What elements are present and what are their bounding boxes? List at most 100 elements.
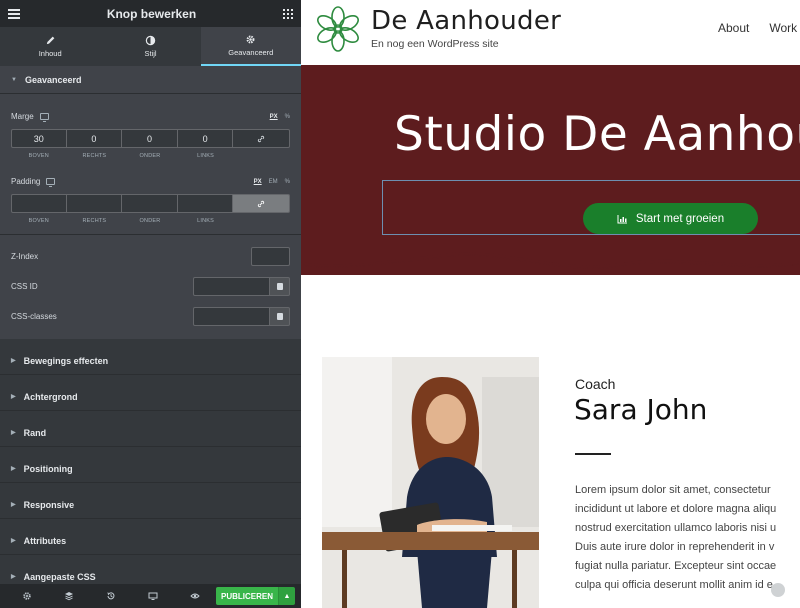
caret-right-icon: ▶ — [11, 466, 16, 472]
link-icon — [258, 135, 265, 142]
navigator-button[interactable] — [48, 591, 90, 601]
hero-title: Studio De Aanhouder — [394, 107, 800, 162]
dynamic-tags-button[interactable] — [270, 306, 290, 326]
zindex-control: Z-Index — [0, 241, 301, 271]
section-label: Rand — [23, 427, 47, 438]
bio-line: culpa qui officia deserunt mollit anim i… — [575, 579, 773, 591]
panel-footer: PUBLICEREN ▲ — [0, 584, 301, 608]
tab-inhoud[interactable]: Inhoud — [0, 27, 100, 66]
tab-label: Stijl — [144, 49, 157, 58]
nav-about[interactable]: About — [718, 21, 749, 35]
margin-left-input[interactable]: 0 — [177, 129, 234, 148]
padding-right-input[interactable] — [66, 194, 123, 213]
section-label: Positioning — [23, 463, 73, 474]
panel-body: ▼ Geavanceerd Marge PX % 30 BOVEN 0 RECHTS… — [0, 66, 301, 606]
widgets-grid-icon[interactable] — [282, 8, 293, 19]
cssclasses-input[interactable] — [193, 306, 270, 326]
unit-px[interactable]: PX — [254, 179, 262, 185]
section-border[interactable]: ▶ Rand — [0, 419, 301, 447]
chart-icon — [617, 214, 627, 223]
site-title: De Aanhouder — [371, 6, 562, 36]
caret-up-icon: ▲ — [283, 592, 291, 600]
publish-options-button[interactable]: ▲ — [278, 587, 296, 605]
tab-geavanceerd[interactable]: Geavanceerd — [200, 27, 301, 66]
cssclasses-control: CSS-classes — [0, 301, 301, 331]
brand[interactable]: De Aanhouder En nog een WordPress site — [371, 6, 561, 50]
unit-em[interactable]: EM — [269, 179, 278, 185]
nav-work[interactable]: Work — [769, 21, 797, 35]
history-icon — [107, 592, 115, 600]
link-values-button[interactable] — [233, 129, 290, 148]
tab-stijl[interactable]: Stijl — [100, 27, 200, 66]
section-responsive[interactable]: ▶ Responsive — [0, 491, 301, 519]
gear-icon — [246, 35, 255, 44]
padding-left-input[interactable] — [177, 194, 234, 213]
layers-icon — [65, 592, 73, 601]
padding-bottom-input[interactable] — [122, 194, 178, 213]
publish-button[interactable]: PUBLICEREN — [216, 587, 279, 605]
margin-top-input[interactable]: 30 — [11, 129, 67, 148]
caret-right-icon: ▶ — [11, 430, 16, 436]
margin-control: Marge PX % 30 BOVEN 0 RECHTS 0 ONDER 0 LINKS — [0, 94, 301, 159]
scroll-indicator-icon[interactable] — [771, 583, 785, 597]
caret-right-icon: ▶ — [11, 574, 16, 580]
margin-dimensions: 30 BOVEN 0 RECHTS 0 ONDER 0 LINKS — [11, 129, 290, 159]
section-label: Aangepaste CSS — [23, 571, 96, 582]
unit-switch: PX % — [270, 114, 290, 120]
panel-tabs: Inhoud Stijl Geavanceerd — [0, 27, 301, 66]
caption: BOVEN — [28, 153, 49, 159]
unit-percent[interactable]: % — [285, 114, 290, 120]
section-background[interactable]: ▶ Achtergrond — [0, 383, 301, 411]
coach-photo — [322, 357, 539, 608]
margin-right-input[interactable]: 0 — [66, 129, 123, 148]
caret-right-icon: ▶ — [11, 358, 16, 364]
divider — [0, 234, 301, 235]
desktop-icon[interactable] — [46, 178, 56, 187]
section-motion-effects[interactable]: ▶ Bewegings effecten — [0, 347, 301, 375]
preview-button[interactable] — [174, 591, 216, 601]
caption: RECHTS — [82, 153, 107, 159]
panel-header: Knop bewerken — [0, 0, 301, 27]
link-values-button[interactable] — [233, 194, 290, 213]
link-icon — [258, 200, 265, 207]
unit-percent[interactable]: % — [285, 179, 290, 185]
section-label: Attributes — [23, 535, 67, 546]
settings-button[interactable] — [6, 591, 48, 601]
gap — [0, 375, 301, 383]
divider — [575, 453, 611, 455]
gap — [0, 555, 301, 563]
database-icon — [276, 282, 283, 290]
section-attributes[interactable]: ▶ Attributes — [0, 527, 301, 555]
zindex-input[interactable] — [251, 246, 290, 266]
responsive-mode-button[interactable] — [132, 591, 174, 601]
cssid-control: CSS ID — [0, 271, 301, 301]
padding-dimensions: BOVEN RECHTS ONDER LINKS — [11, 194, 290, 224]
start-button[interactable]: Start met groeien — [583, 203, 758, 234]
flower-logo-icon[interactable] — [315, 4, 361, 54]
cssid-input[interactable] — [193, 276, 270, 296]
section-label: Achtergrond — [23, 391, 78, 402]
unit-px[interactable]: PX — [270, 114, 278, 120]
main-nav: About Work — [718, 21, 797, 35]
dynamic-tags-button[interactable] — [270, 276, 290, 296]
margin-label: Marge — [11, 112, 34, 121]
caption: RECHTS — [82, 218, 107, 224]
tab-label: Inhoud — [38, 49, 62, 58]
gap — [0, 339, 301, 347]
database-icon — [276, 312, 283, 320]
cssid-label: CSS ID — [11, 281, 38, 291]
eye-icon — [190, 593, 200, 599]
desktop-icon[interactable] — [39, 113, 49, 122]
caption: ONDER — [139, 218, 161, 224]
caret-right-icon: ▶ — [11, 502, 16, 508]
section-positioning[interactable]: ▶ Positioning — [0, 455, 301, 483]
start-button-label: Start met groeien — [635, 212, 725, 225]
section-label: Geavanceerd — [24, 74, 82, 85]
history-button[interactable] — [90, 591, 132, 601]
section-geavanceerd[interactable]: ▼ Geavanceerd — [0, 66, 301, 94]
margin-bottom-input[interactable]: 0 — [122, 129, 178, 148]
person-name: Sara John — [574, 393, 708, 426]
cssclasses-label: CSS-classes — [11, 311, 57, 321]
padding-top-input[interactable] — [11, 194, 67, 213]
menu-icon[interactable] — [8, 8, 20, 19]
